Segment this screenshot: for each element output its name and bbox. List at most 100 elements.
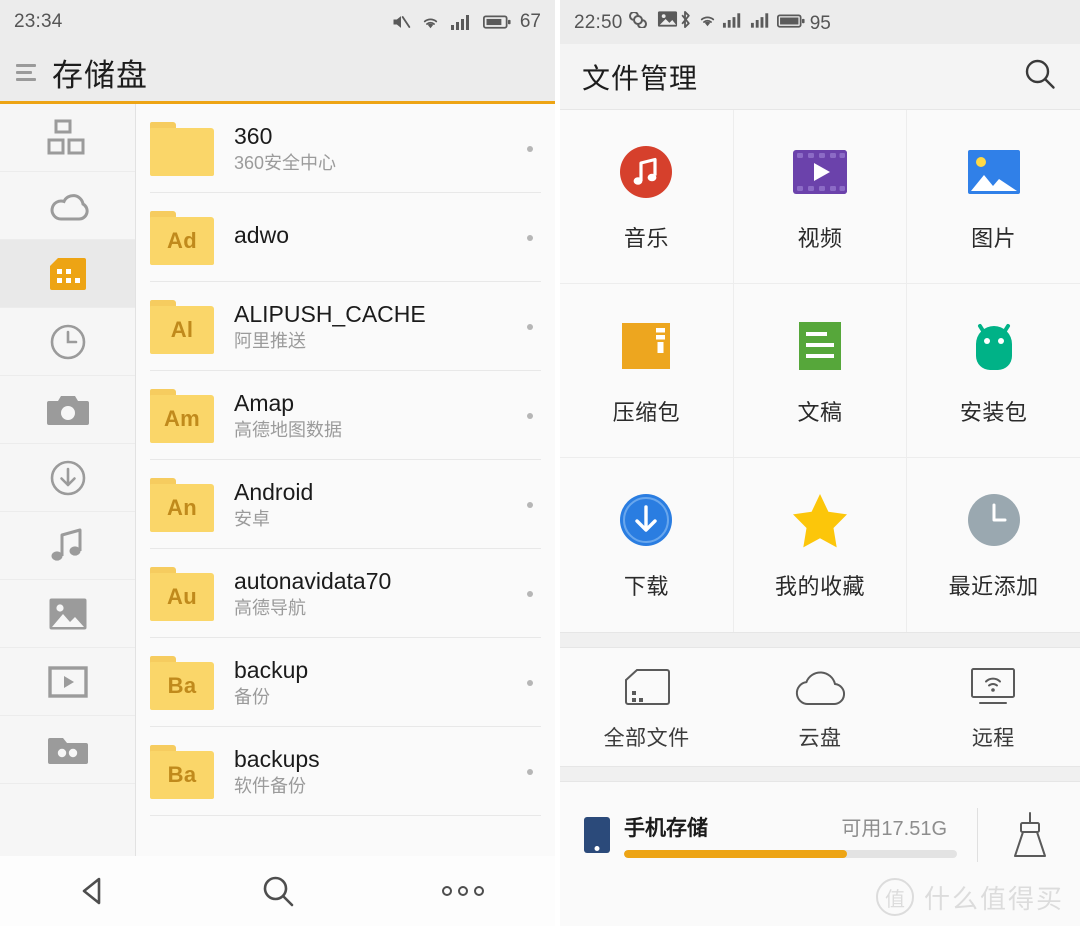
source-remote[interactable]: 远程 [907, 648, 1080, 766]
folder-subtitle: 高德导航 [234, 597, 306, 618]
folder-icon: An [150, 477, 214, 532]
clean-button[interactable] [998, 811, 1062, 859]
status-right-group: 95 [678, 10, 831, 35]
table-row[interactable]: Ba backups 软件备份 [136, 727, 555, 816]
folder-name: adwo [234, 222, 289, 249]
table-row[interactable]: 360 360安全中心 [136, 104, 555, 193]
category-grid: 音乐 视频 图片 压缩包 文稿 安装包 下载 我的收藏 最近添加 [560, 110, 1080, 632]
category-label: 文稿 [797, 399, 843, 425]
source-cloud[interactable]: 云盘 [733, 648, 906, 766]
row-indicator-dot [527, 679, 533, 686]
table-row[interactable]: Ad adwo [136, 193, 555, 282]
folder-icon: Au [150, 566, 214, 621]
table-row[interactable]: Au autonavidata70 高德导航 [136, 549, 555, 638]
folder-badge: Al [170, 316, 194, 342]
category-blocks-icon [47, 119, 84, 154]
category-video[interactable]: 视频 [733, 110, 908, 284]
hamburger-icon[interactable] [16, 64, 36, 81]
right-phone-screen: 22:50 95 文件管理 音乐 视频 图片 压缩包 文稿 安装包 下载 我的收… [555, 0, 1080, 926]
left-app-bar: 存储盘 [0, 44, 555, 104]
storage-name: 手机存储 [624, 817, 708, 840]
folder-subtitle: 备份 [234, 686, 270, 707]
video-play-icon [47, 665, 88, 698]
category-row: 音乐 视频 图片 [560, 110, 1080, 284]
right-status-bar: 22:50 95 [560, 0, 1080, 44]
sdcard-icon [49, 257, 86, 290]
signal1-icon [723, 12, 741, 28]
table-row[interactable]: Al ALIPUSH_CACHE 阿里推送 [136, 282, 555, 371]
row-text: backups 软件备份 [234, 746, 517, 796]
status-left-group: 23:34 [14, 11, 63, 33]
folder-badge: Ba [167, 672, 197, 698]
category-favorites[interactable]: 我的收藏 [734, 458, 908, 632]
back-triangle-icon [82, 877, 100, 905]
row-indicator-dot [527, 590, 533, 597]
category-apk[interactable]: 安装包 [907, 284, 1080, 458]
category-rail [0, 104, 136, 856]
folder-subtitle: 安卓 [234, 508, 270, 529]
table-row[interactable]: An Android 安卓 [136, 460, 555, 549]
table-row[interactable]: Ba backup 备份 [136, 638, 555, 727]
rail-item-sdcard[interactable] [0, 240, 135, 308]
category-image[interactable]: 图片 [907, 110, 1080, 284]
source-all-files[interactable]: 全部文件 [560, 648, 733, 766]
row-text: autonavidata70 高德导航 [234, 568, 517, 618]
storage-progress-fill [624, 850, 848, 858]
recent-icon [966, 489, 1022, 551]
rail-item-music[interactable] [0, 512, 135, 580]
category-recent[interactable]: 最近添加 [907, 458, 1080, 632]
watermark-mark: 值 [875, 878, 914, 916]
page-title: 存储盘 [52, 58, 148, 93]
nav-more-button[interactable] [370, 884, 555, 898]
left-content: 360 360安全中心 Ad adwo Al ALIPUSH_CACHE 阿里推… [0, 104, 555, 856]
row-indicator-dot [527, 412, 533, 419]
mute-icon [393, 16, 411, 28]
category-archive[interactable]: 压缩包 [560, 284, 734, 458]
folder-list[interactable]: 360 360安全中心 Ad adwo Al ALIPUSH_CACHE 阿里推… [136, 104, 555, 856]
row-indicator-dot [527, 234, 533, 241]
folder-name: backup [234, 656, 309, 683]
folder-icon: Al [150, 299, 214, 354]
category-music[interactable]: 音乐 [560, 110, 734, 284]
rail-item-videos[interactable] [0, 648, 135, 716]
folder-badge: An [167, 494, 197, 520]
nav-back-button[interactable] [0, 874, 185, 908]
status-battery-level: 95 [809, 12, 831, 34]
nav-search-button[interactable] [185, 873, 370, 909]
folder-subtitle: 高德地图数据 [234, 419, 342, 440]
screenshot-icon [658, 11, 678, 27]
category-row: 下载 我的收藏 最近添加 [560, 458, 1080, 632]
folder-subtitle: 阿里推送 [234, 330, 306, 351]
status-battery-level: 67 [519, 11, 541, 32]
source-row: 全部文件 云盘 远程 [560, 648, 1080, 766]
row-text: adwo [234, 222, 517, 252]
battery-icon [482, 15, 511, 29]
search-button[interactable] [1022, 56, 1058, 97]
storage-row[interactable]: 手机存储 可用17.51G [560, 782, 1080, 862]
rail-item-other[interactable] [0, 716, 135, 784]
table-row[interactable]: Am Amap 高德地图数据 [136, 371, 555, 460]
watermark-text: 什么值得买 [923, 883, 1064, 914]
category-row: 压缩包 文稿 安装包 [560, 284, 1080, 458]
row-text: Amap 高德地图数据 [234, 390, 517, 440]
remote-screen-icon [970, 662, 1016, 712]
category-download[interactable]: 下载 [560, 458, 734, 632]
row-text: ALIPUSH_CACHE 阿里推送 [234, 301, 517, 351]
search-icon [1025, 59, 1055, 89]
rail-item-cloud[interactable] [0, 172, 135, 240]
category-document[interactable]: 文稿 [733, 284, 908, 458]
folder-badge: Am [163, 405, 201, 431]
wifi-icon [700, 16, 715, 26]
row-text: Android 安卓 [234, 479, 517, 529]
row-indicator-dot [527, 323, 533, 330]
folder-subtitle: 360安全中心 [234, 152, 337, 173]
folder-icon: Ad [150, 210, 214, 265]
category-label: 视频 [797, 225, 843, 251]
storage-section: 手机存储 可用17.51G 值 什么值得买 [560, 782, 1080, 926]
rail-item-pictures[interactable] [0, 580, 135, 648]
category-label: 压缩包 [612, 399, 681, 425]
rail-item-recent[interactable] [0, 308, 135, 376]
rail-item-categories[interactable] [0, 104, 135, 172]
rail-item-downloads[interactable] [0, 444, 135, 512]
rail-item-camera[interactable] [0, 376, 135, 444]
